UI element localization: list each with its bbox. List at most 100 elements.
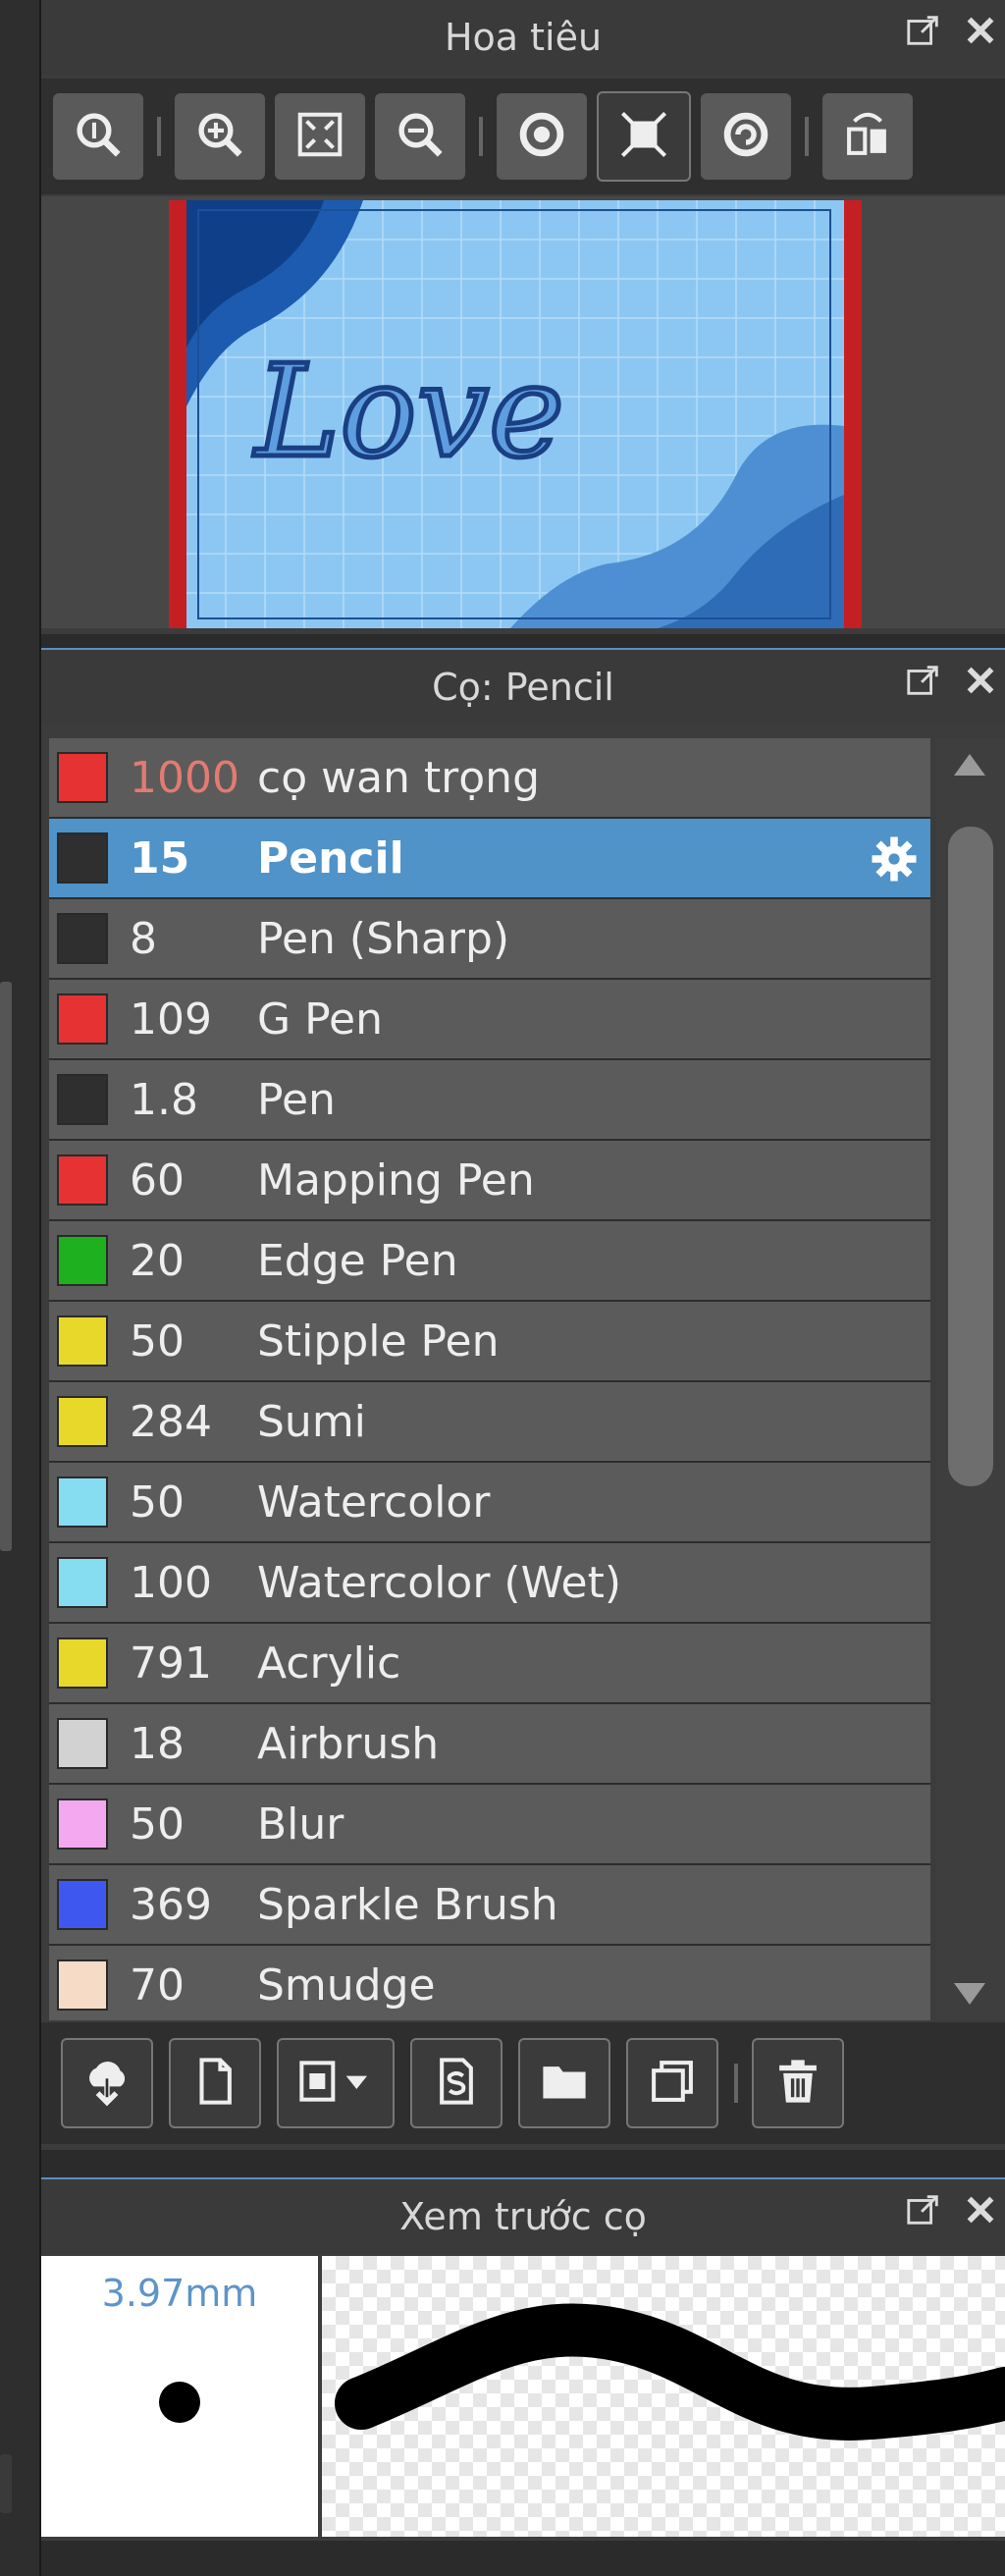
brush-name: Pen (Sharp) xyxy=(257,913,510,964)
brush-color-swatch xyxy=(57,1798,108,1850)
brush-row-g-pen[interactable]: 109 G Pen xyxy=(49,980,930,1060)
brush-row-acrylic[interactable]: 791 Acrylic xyxy=(49,1624,930,1704)
zoom-reset-icon xyxy=(72,108,125,165)
rotate-left-button[interactable] xyxy=(497,93,587,180)
zoom-out-icon xyxy=(394,108,447,165)
mirror-icon xyxy=(841,108,894,165)
new-brush-button[interactable] xyxy=(169,2038,261,2128)
brush-size: 70 xyxy=(130,1959,185,2011)
brush-size: 20 xyxy=(130,1235,185,1286)
copy-dropdown-icon xyxy=(296,2055,375,2112)
canvas-preview-image: Love xyxy=(186,200,844,628)
brush-settings-button[interactable] xyxy=(410,2038,502,2128)
brush-size-label: 3.97mm xyxy=(101,2272,258,2315)
brush-row-co-wan-trong[interactable]: 1000 cọ wan trọng xyxy=(49,738,930,819)
mirror-button[interactable] xyxy=(822,93,913,180)
scroll-down-icon[interactable] xyxy=(954,1983,985,2005)
folder-icon xyxy=(538,2055,591,2112)
scroll-up-icon[interactable] xyxy=(954,754,985,776)
brush-row-blur[interactable]: 50 Blur xyxy=(49,1785,930,1865)
zoom-out-button[interactable] xyxy=(375,93,465,180)
brush-size: 109 xyxy=(130,993,212,1045)
brush-name: Smudge xyxy=(257,1959,436,2011)
open-folder-button[interactable] xyxy=(518,2038,610,2128)
brush-row-airbrush[interactable]: 18 Airbrush xyxy=(49,1704,930,1785)
brush-toolbar xyxy=(41,2022,1005,2144)
brush-name: cọ wan trọng xyxy=(257,752,540,803)
navigator-title: Hoa tiêu xyxy=(444,16,603,59)
brush-row-sparkle-brush[interactable]: 369 Sparkle Brush xyxy=(49,1865,930,1946)
popout-icon[interactable] xyxy=(905,12,942,58)
zoom-in-button[interactable] xyxy=(175,93,265,180)
svg-text:Love: Love xyxy=(253,337,564,486)
flip-button[interactable] xyxy=(597,91,691,182)
brush-color-swatch xyxy=(57,913,108,964)
delete-brush-button[interactable] xyxy=(752,2038,844,2128)
brush-size: 18 xyxy=(130,1718,185,1769)
brush-size: 50 xyxy=(130,1798,185,1850)
brush-color-swatch xyxy=(57,1315,108,1367)
brush-color-swatch xyxy=(57,1718,108,1769)
brush-size: 15 xyxy=(130,832,190,884)
brush-tip-dot xyxy=(159,2382,200,2423)
brush-row-sumi[interactable]: 284 Sumi xyxy=(49,1382,930,1463)
download-brush-button[interactable] xyxy=(61,2038,153,2128)
brush-color-swatch xyxy=(57,1074,108,1125)
brush-row-pen-sharp[interactable]: 8 Pen (Sharp) xyxy=(49,899,930,980)
brush-row-watercolor-wet[interactable]: 100 Watercolor (Wet) xyxy=(49,1543,930,1624)
brush-color-swatch xyxy=(57,993,108,1045)
flip-icon xyxy=(617,108,670,165)
copy-brush-button[interactable] xyxy=(626,2038,718,2128)
stroke-preview-graphic xyxy=(335,2303,1005,2441)
brush-panel-title: Cọ: Pencil xyxy=(432,666,614,709)
copy-icon xyxy=(646,2055,699,2112)
brush-size: 50 xyxy=(130,1315,185,1367)
close-icon[interactable] xyxy=(962,12,999,58)
brush-preview-panel: Xem trước cọ 3.97mm xyxy=(41,2177,1005,2541)
brush-row-mapping-pen[interactable]: 60 Mapping Pen xyxy=(49,1141,930,1221)
gear-icon[interactable] xyxy=(870,834,919,884)
brush-row-pen[interactable]: 1.8 Pen xyxy=(49,1060,930,1141)
navigator-titlebar: Hoa tiêu xyxy=(41,0,1005,75)
zoom-reset-button[interactable] xyxy=(53,93,143,180)
trash-icon xyxy=(771,2055,824,2112)
rotate-right-button[interactable] xyxy=(701,93,791,180)
dock-handle[interactable] xyxy=(0,982,12,1551)
popout-icon[interactable] xyxy=(905,662,942,708)
brush-preview-titlebar: Xem trước cọ xyxy=(41,2177,1005,2254)
brush-name: Sumi xyxy=(257,1396,366,1447)
duplicate-dropdown-button[interactable] xyxy=(277,2038,395,2128)
brush-color-swatch xyxy=(57,1396,108,1447)
dock-handle-small xyxy=(0,2454,12,2513)
brush-stroke-preview xyxy=(322,2256,1005,2537)
rotate-right-icon xyxy=(719,108,772,165)
brush-panel: Cọ: Pencil 1000 cọ wan trọng 15 Pencil 8… xyxy=(41,648,1005,2150)
close-icon[interactable] xyxy=(962,2191,999,2237)
navigator-toolbar xyxy=(41,79,1005,194)
close-icon[interactable] xyxy=(962,662,999,708)
brush-name: G Pen xyxy=(257,993,384,1045)
brush-color-swatch xyxy=(57,1959,108,2011)
brush-name: Acrylic xyxy=(257,1637,401,1689)
brush-name: Sparkle Brush xyxy=(257,1879,558,1930)
brush-row-smudge[interactable]: 70 Smudge xyxy=(49,1946,930,2020)
popout-icon[interactable] xyxy=(905,2191,942,2237)
brush-name: Watercolor (Wet) xyxy=(257,1557,622,1608)
brush-row-edge-pen[interactable]: 20 Edge Pen xyxy=(49,1221,930,1302)
rotate-left-icon xyxy=(515,108,568,165)
brush-name: Edge Pen xyxy=(257,1235,458,1286)
brush-row-watercolor[interactable]: 50 Watercolor xyxy=(49,1463,930,1543)
scroll-thumb[interactable] xyxy=(948,827,993,1486)
brush-list-scrollbar[interactable] xyxy=(936,738,1005,2020)
brush-row-stipple-pen[interactable]: 50 Stipple Pen xyxy=(49,1302,930,1382)
brush-color-swatch xyxy=(57,1557,108,1608)
brush-name: Stipple Pen xyxy=(257,1315,500,1367)
navigator-canvas[interactable]: Love xyxy=(41,196,1005,628)
brush-size: 1000 xyxy=(130,752,239,803)
brush-row-pencil[interactable]: 15 Pencil xyxy=(49,819,930,899)
brush-color-swatch xyxy=(57,1154,108,1206)
fit-to-window-button[interactable] xyxy=(275,93,365,180)
brush-size: 100 xyxy=(130,1557,212,1608)
brush-color-swatch xyxy=(57,1637,108,1689)
brush-size: 284 xyxy=(130,1396,212,1447)
